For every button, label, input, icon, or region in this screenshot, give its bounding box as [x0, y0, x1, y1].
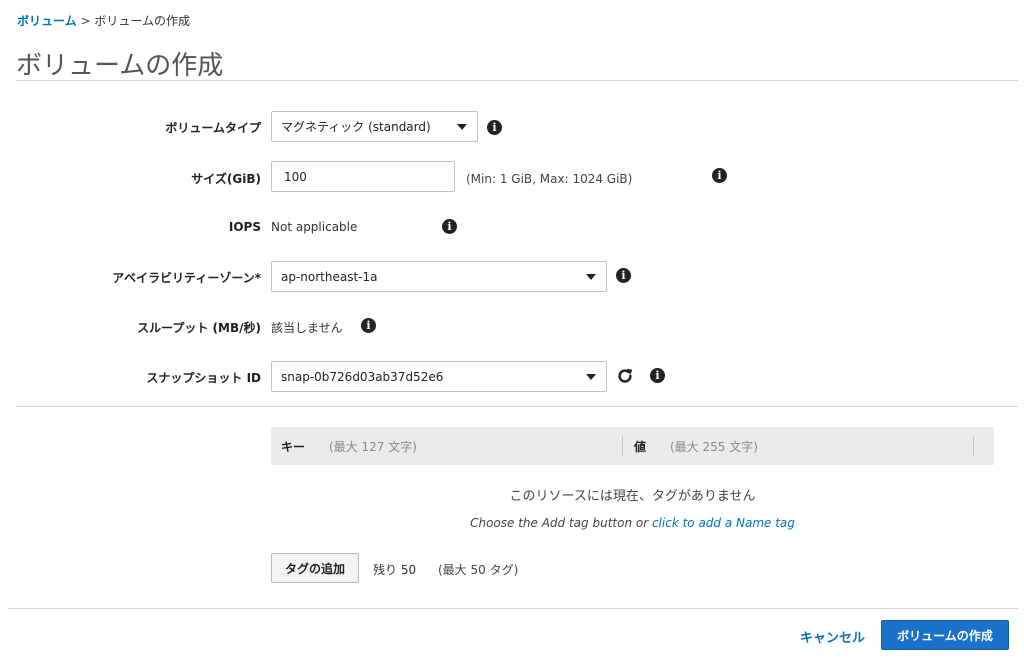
- throughput-info-icon[interactable]: i: [361, 318, 376, 333]
- add-tag-button[interactable]: タグの追加: [271, 553, 359, 583]
- add-tag-hint: Choose the Add tag button or click to ad…: [271, 516, 994, 530]
- volume-type-select[interactable]: マグネティック (standard): [271, 111, 478, 142]
- title-divider: [16, 80, 1018, 81]
- tags-max: (最大 50 タグ): [438, 563, 519, 577]
- tag-value-header: 値: [634, 440, 647, 454]
- column-divider: [622, 436, 623, 456]
- snapshot-id-label: スナップショット ID: [146, 371, 261, 385]
- create-volume-button[interactable]: ボリュームの作成: [881, 620, 1009, 650]
- tag-value-hint: (最大 255 文字): [670, 440, 758, 454]
- column-divider: [973, 436, 974, 456]
- size-input[interactable]: [271, 161, 455, 192]
- cancel-button[interactable]: キャンセル: [800, 627, 865, 646]
- volume-type-value: マグネティック (standard): [281, 120, 431, 134]
- tag-key-header: キー: [281, 440, 306, 454]
- footer-divider: [8, 608, 1018, 609]
- form-divider: [16, 406, 1018, 407]
- tag-table-header: キー (最大 127 文字) 値 (最大 255 文字): [271, 427, 994, 465]
- iops-value: Not applicable: [271, 220, 358, 234]
- size-info-icon[interactable]: i: [712, 168, 727, 183]
- availability-zone-value: ap-northeast-1a: [281, 269, 378, 284]
- refresh-icon[interactable]: [616, 367, 634, 385]
- snapshot-id-value: snap-0b726d03ab37d52e6: [281, 369, 444, 384]
- chevron-down-icon: [457, 123, 467, 130]
- chevron-down-icon: [586, 373, 596, 380]
- snapshot-id-select[interactable]: snap-0b726d03ab37d52e6: [271, 361, 607, 392]
- volume-type-label: ボリュームタイプ: [165, 121, 261, 135]
- add-tag-hint-text: Choose the Add tag button or: [470, 516, 652, 530]
- iops-info-icon[interactable]: i: [442, 219, 457, 234]
- tag-key-hint: (最大 127 文字): [329, 440, 417, 454]
- breadcrumb-separator: >: [76, 14, 95, 28]
- breadcrumb: ボリューム > ボリュームの作成: [17, 12, 190, 29]
- iops-label: IOPS: [228, 220, 261, 234]
- volume-type-info-icon[interactable]: i: [487, 120, 502, 135]
- tags-remaining: 残り 50: [373, 563, 417, 577]
- snapshot-id-info-icon[interactable]: i: [650, 368, 665, 383]
- size-range-hint: (Min: 1 GiB, Max: 1024 GiB): [466, 172, 633, 186]
- size-label: サイズ(GiB): [191, 172, 261, 186]
- add-name-tag-link[interactable]: click to add a Name tag: [652, 516, 795, 530]
- availability-zone-select[interactable]: ap-northeast-1a: [271, 261, 607, 292]
- availability-zone-info-icon[interactable]: i: [616, 268, 631, 283]
- availability-zone-label: アベイラビリティーゾーン*: [112, 271, 261, 285]
- breadcrumb-current: ボリュームの作成: [94, 14, 190, 28]
- breadcrumb-volumes-link[interactable]: ボリューム: [17, 14, 77, 28]
- chevron-down-icon: [586, 273, 596, 280]
- throughput-label: スループット (MB/秒): [137, 321, 261, 335]
- empty-tags-message: このリソースには現在、タグがありません: [509, 489, 756, 504]
- page-title: ボリュームの作成: [16, 51, 224, 81]
- throughput-value: 該当しません: [271, 321, 343, 335]
